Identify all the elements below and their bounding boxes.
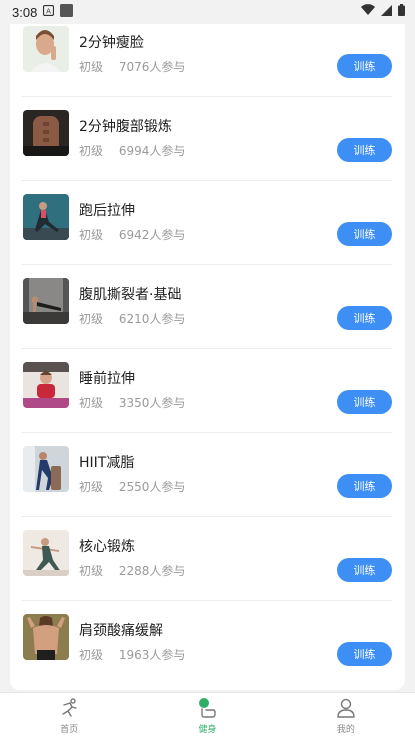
train-button[interactable]: 训练 — [337, 54, 392, 78]
course-level: 初级 — [79, 228, 104, 242]
course-participants: 3350人参与 — [118, 396, 186, 410]
course-meta: 初级 1963人参与 — [79, 646, 185, 663]
train-button[interactable]: 训练 — [337, 222, 392, 246]
notification-a-icon: A — [43, 4, 55, 20]
tab-label: 首页 — [60, 725, 79, 735]
course-thumbnail — [23, 446, 69, 492]
course-meta: 初级 3350人参与 — [79, 394, 185, 411]
course-title: 睡前拉伸 — [79, 371, 135, 387]
course-level: 初级 — [79, 564, 104, 578]
course-participants: 7076人参与 — [118, 60, 186, 74]
list-item[interactable]: 2分钟腹部锻炼 初级 6994人参与 训练 — [21, 100, 392, 184]
course-level: 初级 — [79, 480, 104, 494]
svg-text:A: A — [46, 7, 51, 15]
course-level: 初级 — [79, 648, 104, 662]
course-participants: 6994人参与 — [118, 144, 186, 158]
course-participants: 6210人参与 — [118, 312, 186, 326]
bottom-tab-bar: 首页 健身 我的 — [0, 692, 415, 739]
course-meta: 初级 6942人参与 — [79, 226, 185, 243]
course-thumbnail — [23, 110, 69, 156]
course-level: 初级 — [79, 396, 104, 410]
list-item[interactable]: 腹肌撕裂者·基础 初级 6210人参与 训练 — [21, 268, 392, 352]
course-level: 初级 — [79, 60, 104, 74]
course-meta: 初级 6210人参与 — [79, 310, 185, 327]
course-thumbnail — [23, 614, 69, 660]
train-button[interactable]: 训练 — [337, 306, 392, 330]
list-item[interactable]: 肩颈酸痛缓解 初级 1963人参与 训练 — [22, 604, 392, 688]
course-participants: 1963人参与 — [118, 648, 186, 662]
list-item[interactable]: 跑后拉伸 初级 6942人参与 训练 — [21, 184, 392, 268]
course-thumbnail — [23, 362, 69, 408]
tab-home[interactable]: 首页 — [0, 693, 138, 739]
train-button[interactable]: 训练 — [337, 642, 392, 666]
course-list: 2分钟瘦脸 初级 7076人参与 训练 2分钟腹部锻炼 初级 6994人参与 训… — [10, 0, 405, 690]
divider — [21, 96, 392, 97]
course-title: 2分钟腹部锻炼 — [79, 119, 172, 135]
divider — [21, 264, 392, 265]
course-thumbnail — [23, 26, 69, 72]
train-button[interactable]: 训练 — [337, 558, 392, 582]
course-title: 跑后拉伸 — [79, 203, 135, 219]
tab-label: 我的 — [336, 725, 355, 735]
list-item[interactable]: HIIT减脂 初级 2550人参与 训练 — [21, 436, 392, 520]
course-level: 初级 — [79, 312, 104, 326]
signal-icon — [381, 4, 392, 20]
status-bar: 3:08 A — [0, 0, 415, 24]
fitness-icon — [196, 697, 218, 719]
list-item[interactable]: 睡前拉伸 初级 3350人参与 训练 — [21, 352, 392, 436]
runner-icon — [58, 697, 80, 719]
course-title: 2分钟瘦脸 — [79, 35, 144, 51]
course-meta: 初级 6994人参与 — [79, 142, 185, 159]
train-button[interactable]: 训练 — [337, 474, 392, 498]
course-title: 肩颈酸痛缓解 — [79, 623, 163, 639]
wifi-icon — [361, 4, 375, 20]
divider — [21, 180, 392, 181]
status-time: 3:08 — [12, 4, 38, 20]
course-meta: 初级 7076人参与 — [79, 58, 185, 75]
course-participants: 2550人参与 — [118, 480, 186, 494]
train-button[interactable]: 训练 — [337, 138, 392, 162]
battery-icon — [398, 4, 405, 20]
course-thumbnail — [23, 194, 69, 240]
tab-label: 健身 — [198, 725, 217, 735]
course-participants: 6942人参与 — [118, 228, 186, 242]
course-title: HIIT减脂 — [79, 455, 135, 471]
course-participants: 2288人参与 — [118, 564, 186, 578]
list-item[interactable]: 核心锻炼 初级 2288人参与 训练 — [21, 520, 392, 604]
tab-mine[interactable]: 我的 — [277, 693, 415, 739]
course-meta: 初级 2288人参与 — [79, 562, 185, 579]
course-title: 腹肌撕裂者·基础 — [79, 287, 182, 303]
train-button[interactable]: 训练 — [337, 390, 392, 414]
course-meta: 初级 2550人参与 — [79, 478, 185, 495]
divider — [21, 348, 392, 349]
divider — [21, 516, 392, 517]
course-thumbnail — [23, 530, 69, 576]
course-level: 初级 — [79, 144, 104, 158]
notification-square-icon — [60, 3, 74, 21]
list-item[interactable]: 2分钟瘦脸 初级 7076人参与 训练 — [21, 16, 392, 100]
divider — [21, 432, 392, 433]
course-title: 核心锻炼 — [79, 539, 135, 555]
tab-fitness[interactable]: 健身 — [138, 693, 276, 739]
divider — [21, 600, 392, 601]
person-icon — [335, 697, 357, 719]
course-thumbnail — [23, 278, 69, 324]
